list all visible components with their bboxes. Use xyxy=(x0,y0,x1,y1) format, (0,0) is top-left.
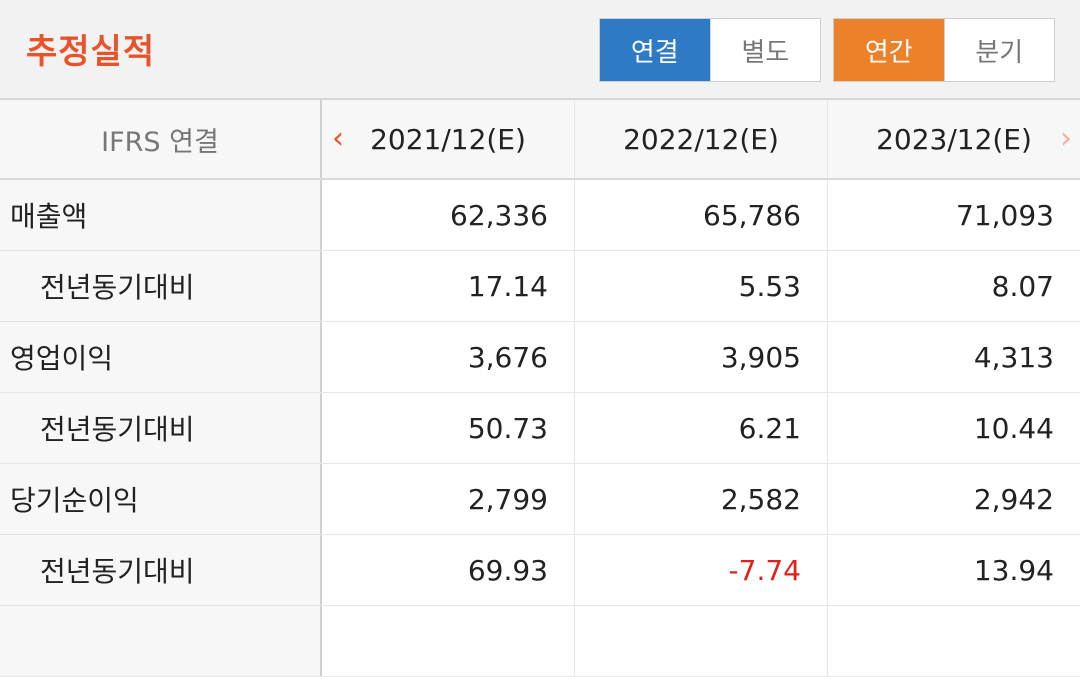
table-cell: 2,582 xyxy=(575,464,828,534)
table-cell-negative: -7.74 xyxy=(575,535,828,605)
table-row: 전년동기대비 17.14 5.53 8.07 xyxy=(0,251,1080,322)
column-header-label: 2021/12(E) xyxy=(370,122,526,156)
table-cell: 65,786 xyxy=(575,180,828,250)
column-header: 2023/12(E) › xyxy=(828,100,1080,178)
table-cell: 69.93 xyxy=(322,535,575,605)
table-cell: 71,093 xyxy=(956,198,1054,232)
table-cell: 2,799 xyxy=(322,464,575,534)
table-cell: 6.21 xyxy=(575,393,828,463)
page-title: 추정실적 xyxy=(26,32,156,72)
column-header: 2022/12(E) xyxy=(575,100,828,178)
column-header-label: 2023/12(E) xyxy=(876,122,1032,156)
table-cell: 4,313 xyxy=(973,340,1054,374)
table-cell: 13.94 xyxy=(973,553,1054,587)
table-row: 전년동기대비 69.93 -7.74 13.94 xyxy=(0,535,1080,606)
separate-button[interactable]: 별도 xyxy=(709,19,820,81)
table-cell: 62,336 xyxy=(322,180,575,250)
consolidation-toggle: 연결 별도 xyxy=(599,18,821,82)
row-label xyxy=(0,606,322,676)
table-row: 당기순이익 2,799 2,582 2,942 xyxy=(0,464,1080,535)
row-label: 당기순이익 xyxy=(0,464,322,534)
table-cell: 50.73 xyxy=(322,393,575,463)
table-cell: 17.14 xyxy=(322,251,575,321)
table-row: 매출액 62,336 65,786 71,093 xyxy=(0,180,1080,251)
ifrs-basis-label: IFRS 연결 xyxy=(0,100,322,178)
table-row-partial xyxy=(0,606,1080,677)
table-cell xyxy=(828,606,1080,676)
table-cell: 2,942 xyxy=(973,482,1054,516)
period-toggle: 연간 분기 xyxy=(833,18,1055,82)
quarterly-button[interactable]: 분기 xyxy=(943,19,1054,81)
table-row: 전년동기대비 50.73 6.21 10.44 xyxy=(0,393,1080,464)
table-header-row: IFRS 연결 ‹ 2021/12(E) 2022/12(E) 2023/12(… xyxy=(0,100,1080,180)
row-label: 영업이익 xyxy=(0,322,322,392)
top-bar: 추정실적 연결 별도 연간 분기 xyxy=(0,0,1080,100)
consolidated-button[interactable]: 연결 xyxy=(600,19,710,81)
table-cell: 3,676 xyxy=(322,322,575,392)
table-cell: 8.07 xyxy=(991,269,1054,303)
table-cell: 10.44 xyxy=(973,411,1054,445)
estimates-table: IFRS 연결 ‹ 2021/12(E) 2022/12(E) 2023/12(… xyxy=(0,100,1080,677)
annual-button[interactable]: 연간 xyxy=(834,19,944,81)
chevron-left-icon[interactable]: ‹ xyxy=(332,124,344,154)
table-cell: 3,905 xyxy=(575,322,828,392)
row-label: 매출액 xyxy=(0,180,322,250)
table-cell: 5.53 xyxy=(575,251,828,321)
table-cell xyxy=(575,606,828,676)
column-header-label: 2022/12(E) xyxy=(623,122,779,156)
column-header: ‹ 2021/12(E) xyxy=(322,100,575,178)
chevron-right-icon[interactable]: › xyxy=(1060,124,1072,154)
row-label: 전년동기대비 xyxy=(0,251,322,321)
table-cell xyxy=(322,606,575,676)
table-row: 영업이익 3,676 3,905 4,313 xyxy=(0,322,1080,393)
row-label: 전년동기대비 xyxy=(0,535,322,605)
row-label: 전년동기대비 xyxy=(0,393,322,463)
